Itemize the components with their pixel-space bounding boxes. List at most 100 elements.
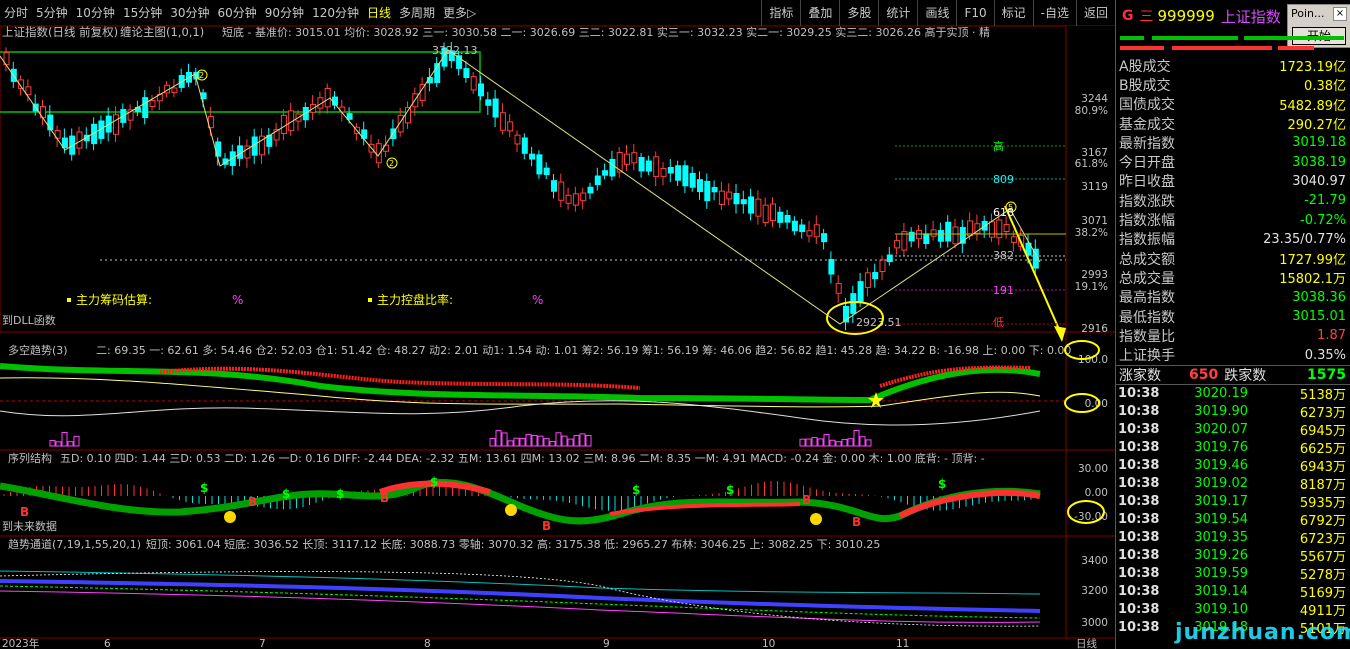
candle [645, 160, 652, 172]
period-tab[interactable]: 60分钟 [214, 0, 261, 26]
tick-row: 10:38 3019.02 8187万 [1118, 476, 1346, 494]
candle [989, 221, 995, 238]
quote-row: A股成交 1723.19亿 [1119, 58, 1346, 76]
period-tab[interactable]: 多周期 [395, 0, 439, 26]
svg-text:日线: 日线 [1076, 637, 1098, 649]
candle [529, 153, 536, 160]
quote-row: 上证换手 0.35% [1119, 347, 1346, 365]
candle [521, 137, 528, 154]
candle [806, 230, 813, 237]
candle [594, 175, 601, 186]
svg-text:B: B [380, 491, 389, 505]
chart-svg[interactable]: 上证指数(日线 前复权) 缠论主图(1,0,1) 短底 - 基准价: 3015.… [0, 25, 1115, 649]
fib-label-low: 低 [993, 316, 1004, 329]
tool-button[interactable]: 标记 [993, 0, 1033, 26]
pane4-title[interactable]: 趋势通道(7,19,1,55,20,1) [8, 537, 141, 551]
tick-row: 10:38 3019.54 6792万 [1118, 512, 1346, 530]
stock-name: 上证指数 [1220, 7, 1281, 26]
menu-icon[interactable]: 三 [1140, 6, 1154, 26]
pane3-title[interactable]: 序列结构 [8, 451, 52, 465]
candle [682, 165, 689, 187]
main-params: 短底 - 基准价: 3015.01 均价: 3028.92 三一: 3030.5… [222, 26, 990, 39]
svg-text:3400: 3400 [1081, 555, 1108, 567]
pane2-bar [67, 441, 74, 447]
chart-area[interactable]: 上证指数(日线 前复权) 缠论主图(1,0,1) 短底 - 基准价: 3015.… [0, 25, 1115, 649]
pane3-note: 到未来数据 [2, 519, 57, 533]
quote-row: 指数涨幅 -0.72% [1119, 212, 1346, 230]
tick-row: 10:38 3020.07 6945万 [1118, 422, 1346, 440]
price-axis: 3244 80.9% 3167 61.8% 3119 3071 38.2% 29… [1075, 93, 1109, 335]
pane2-bar [865, 439, 872, 447]
svg-text:11: 11 [896, 638, 909, 649]
tool-button[interactable]: 画线 [917, 0, 956, 26]
candle [543, 167, 550, 176]
svg-text:$: $ [632, 483, 640, 497]
pane2-bar [495, 430, 502, 447]
tick-row: 10:38 3019.14 5169万 [1118, 584, 1346, 602]
candle [149, 99, 156, 107]
tick-row: 10:38 3019.46 6943万 [1118, 458, 1346, 476]
dll-note: 到DLL函数 [2, 314, 56, 327]
pane2-bar [73, 435, 80, 447]
svg-text:$: $ [336, 487, 344, 501]
pane2-bar [531, 434, 538, 447]
pane2-bars [49, 429, 872, 447]
period-tab[interactable]: 5分钟 [32, 0, 72, 26]
candle [697, 179, 703, 193]
quote-row: 昨日收盘 3040.97 [1119, 173, 1346, 191]
tool-button[interactable]: -自选 [1032, 0, 1076, 26]
svg-text:10: 10 [762, 638, 775, 649]
fib-label-382: 382 [993, 249, 1014, 262]
tick-row: 10:38 3019.26 5567万 [1118, 548, 1346, 566]
tick-list[interactable]: 10:38 3020.19 5138万 10:38 3019.90 6273万 10:38 3… [1116, 385, 1350, 637]
tool-button[interactable]: 多股 [839, 0, 878, 26]
tool-tabs: 指标 叠加 多股 统计 画线 F10 标记 -自选 返回 [761, 0, 1115, 26]
pane2-bar [817, 438, 824, 447]
period-tab[interactable]: 15分钟 [119, 0, 166, 26]
candle [879, 259, 886, 273]
zhuli-chouma-label: 主力筹码估算: [76, 292, 152, 307]
svg-text:0.00: 0.00 [1085, 487, 1108, 499]
tool-button[interactable]: 指标 [761, 0, 800, 26]
tool-button[interactable]: 叠加 [800, 0, 839, 26]
pane2-title[interactable]: 多空趋势(3) [8, 343, 68, 357]
candle [492, 98, 499, 118]
svg-text:3000: 3000 [1081, 617, 1108, 629]
tool-button[interactable]: 统计 [878, 0, 917, 26]
candle [872, 272, 879, 280]
period-tab[interactable]: 30分钟 [166, 0, 213, 26]
quote-panel: G 三 999999 上证指数 Poin... × 开始 A股成交1723.19… [1115, 0, 1350, 649]
close-icon[interactable]: × [1333, 7, 1347, 21]
svg-text:B: B [802, 493, 811, 507]
tool-button[interactable]: 返回 [1075, 0, 1115, 26]
pane2-bar [61, 432, 68, 447]
main-title: 上证指数(日线 前复权) [2, 26, 118, 39]
group-badge[interactable]: G [1122, 8, 1134, 24]
pane2-bar [507, 440, 514, 447]
candle [551, 180, 557, 192]
svg-text:61.8%: 61.8% [1075, 158, 1108, 170]
candle [536, 154, 543, 175]
pane2-bar [859, 436, 866, 447]
svg-text:5: 5 [1008, 203, 1013, 212]
candle [470, 76, 477, 91]
fib-label-high: 高 [993, 139, 1004, 153]
period-tab[interactable]: 120分钟 [308, 0, 363, 26]
period-tab[interactable]: 分时 [0, 0, 32, 26]
candle [894, 240, 901, 249]
pane2-bar [567, 438, 574, 447]
indicator-name[interactable]: 缠论主图(1,0,1) [120, 25, 204, 39]
period-tab[interactable]: 日线 [363, 0, 395, 26]
svg-text:$: $ [726, 483, 734, 497]
period-tab[interactable]: 更多▷ [439, 0, 480, 26]
svg-text:9: 9 [603, 638, 610, 649]
pane2-bar [543, 438, 550, 447]
candle [463, 68, 470, 79]
candle [375, 143, 382, 164]
period-tab[interactable]: 10分钟 [72, 0, 119, 26]
tool-button[interactable]: F10 [956, 0, 993, 26]
period-tab[interactable]: 90分钟 [261, 0, 308, 26]
candle [638, 156, 645, 172]
candle [755, 198, 762, 217]
candle [864, 272, 871, 288]
